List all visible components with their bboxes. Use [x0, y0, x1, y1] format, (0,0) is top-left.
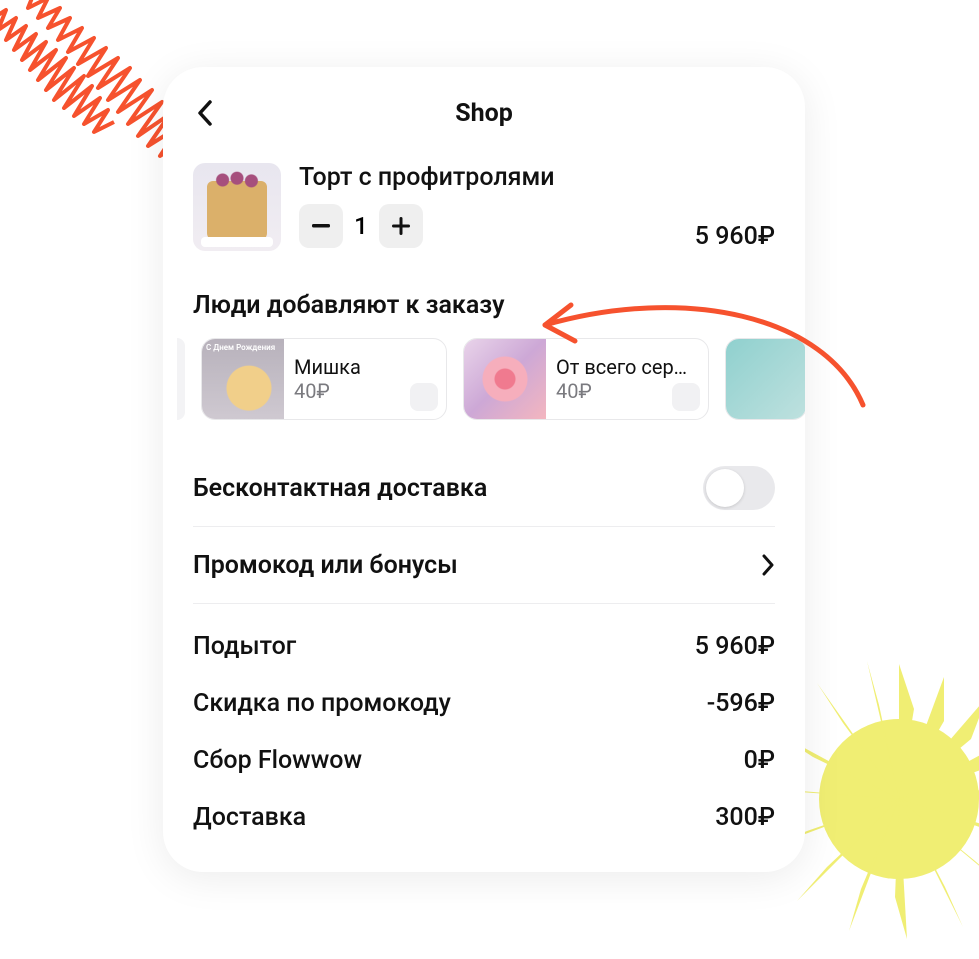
product-price: 5 960₽: [695, 222, 775, 251]
checkout-card: Shop Торт с профитролями 1 5 960: [163, 67, 805, 872]
total-value: -596₽: [707, 689, 775, 718]
total-label: Подытог: [193, 632, 296, 661]
total-line-subtotal: Подытог 5 960₽: [193, 632, 775, 661]
total-value: 0₽: [744, 746, 775, 775]
suggestions-carousel[interactable]: С Днем Рождения Мишка 40₽ От всего серд……: [163, 338, 805, 420]
suggestion-card[interactable]: С Днем Рождения Мишка 40₽: [201, 338, 447, 420]
totals-section: Подытог 5 960₽ Скидка по промокоду -596₽…: [163, 604, 805, 832]
increment-button[interactable]: [379, 204, 423, 248]
product-name: Торт с профитролями: [299, 163, 677, 192]
card-header: Shop: [163, 91, 805, 135]
quantity-stepper: 1: [299, 204, 677, 248]
suggestion-card-partial-left[interactable]: [177, 338, 185, 420]
total-line-discount: Скидка по промокоду -596₽: [193, 689, 775, 718]
total-label: Доставка: [193, 803, 306, 832]
suggestion-name: Мишка: [294, 355, 436, 379]
promo-code-label: Промокод или бонусы: [193, 551, 458, 580]
plus-icon: [392, 217, 410, 235]
quantity-value: 1: [353, 212, 369, 240]
suggestion-name: От всего серд…: [556, 355, 698, 379]
suggestion-add-button[interactable]: [410, 383, 438, 411]
suggestion-thumbnail: [726, 338, 805, 420]
thumbnail-caption: С Днем Рождения: [206, 344, 275, 352]
product-thumbnail[interactable]: [193, 163, 281, 251]
total-line-fee: Сбор Flowwow 0₽: [193, 746, 775, 775]
chevron-left-icon: [196, 99, 214, 127]
contactless-delivery-label: Бесконтактная доставка: [193, 474, 487, 503]
contactless-delivery-row: Бесконтактная доставка: [163, 450, 805, 526]
total-value: 300₽: [715, 803, 775, 832]
suggestion-card[interactable]: От всего серд… 40₽: [463, 338, 709, 420]
cart-item: Торт с профитролями 1 5 960₽: [163, 163, 805, 251]
total-label: Скидка по промокоду: [193, 689, 451, 718]
promo-code-row[interactable]: Промокод или бонусы: [163, 527, 805, 603]
chevron-right-icon: [761, 553, 775, 577]
contactless-delivery-toggle[interactable]: [703, 466, 775, 510]
suggestions-heading: Люди добавляют к заказу: [163, 291, 805, 320]
suggestion-thumbnail: [464, 338, 546, 420]
decrement-button[interactable]: [299, 204, 343, 248]
toggle-knob: [706, 469, 744, 507]
total-label: Сбор Flowwow: [193, 746, 362, 775]
page-title: Shop: [455, 99, 513, 128]
total-line-delivery: Доставка 300₽: [193, 803, 775, 832]
back-button[interactable]: [191, 99, 219, 127]
suggestion-thumbnail: С Днем Рождения: [202, 338, 284, 420]
suggestion-card-partial-right[interactable]: [725, 338, 805, 420]
total-value: 5 960₽: [695, 632, 775, 661]
minus-icon: [312, 224, 330, 228]
suggestion-add-button[interactable]: [672, 383, 700, 411]
